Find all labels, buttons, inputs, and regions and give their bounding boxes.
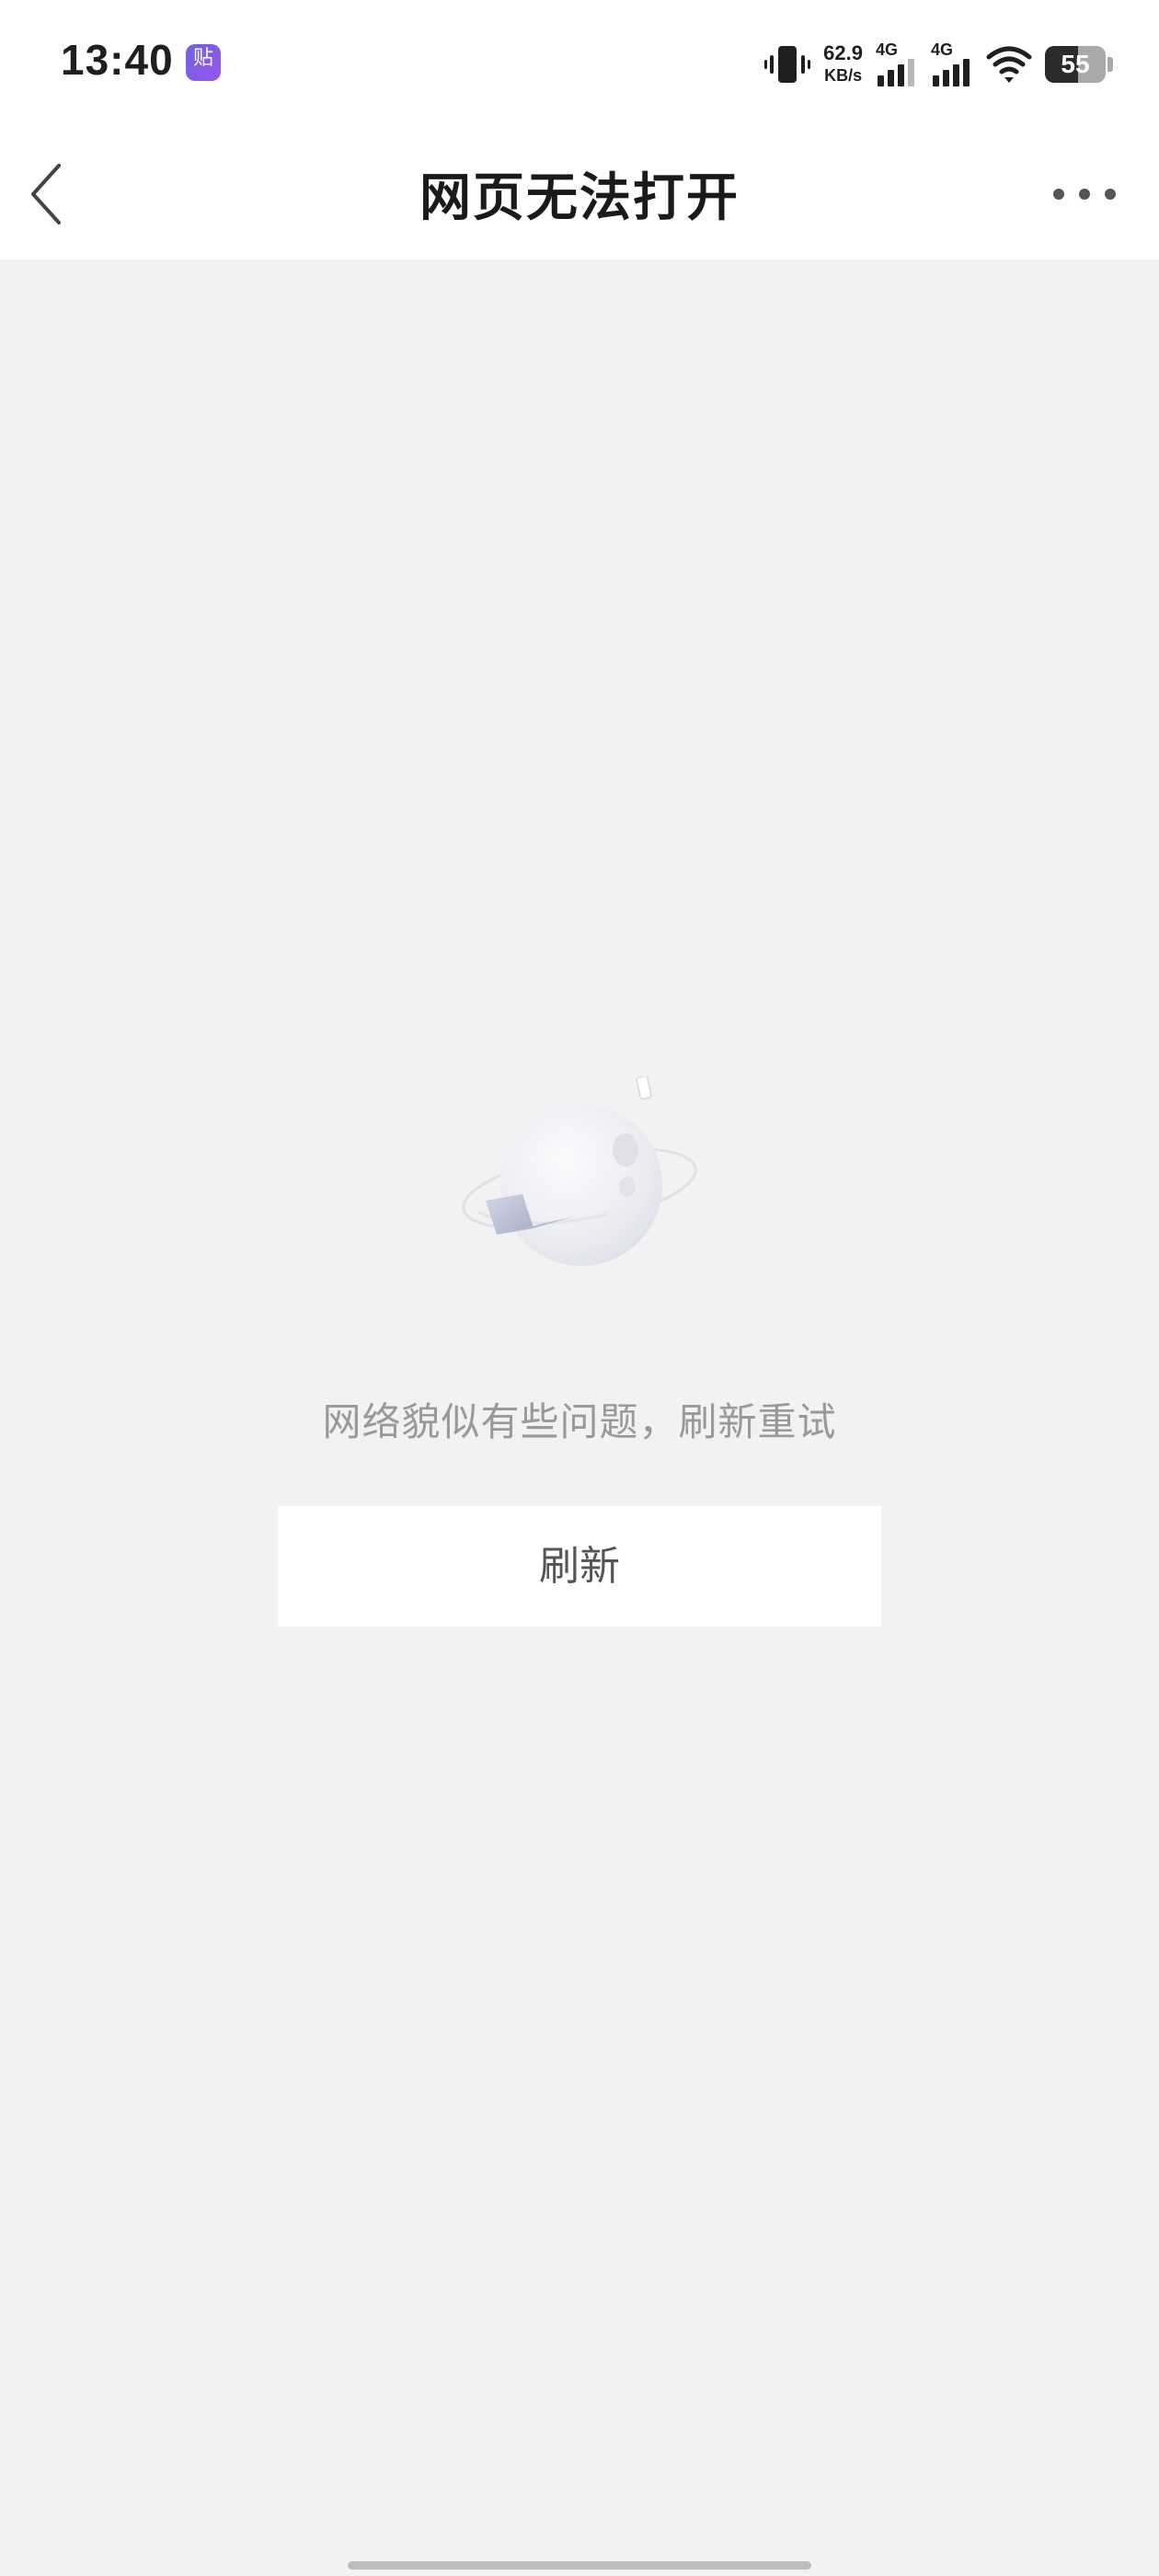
signal-label-sim2: 4G xyxy=(931,40,954,59)
more-horizontal-icon xyxy=(1053,189,1116,200)
battery-tip xyxy=(1107,57,1113,72)
planet-with-laptop-illustration xyxy=(451,1075,708,1279)
page-title: 网页无法打开 xyxy=(419,168,740,228)
vibrate-icon xyxy=(764,46,811,83)
signal-label-sim1: 4G xyxy=(876,40,899,59)
app-notification-icon: 贴 xyxy=(186,44,221,81)
error-message: 网络貌似有些问题，刷新重试 xyxy=(322,1399,837,1444)
network-speed-value: 62.9 xyxy=(823,41,863,64)
wifi-icon xyxy=(986,46,1032,83)
network-speed: 62.9 KB/s xyxy=(823,42,863,86)
status-time: 13:40 xyxy=(61,36,174,84)
more-button[interactable] xyxy=(1043,171,1126,217)
refresh-button[interactable]: 刷新 xyxy=(278,1506,881,1627)
signal-icon-sim2: 4G xyxy=(931,40,973,88)
signal-icon-sim1: 4G xyxy=(876,40,918,88)
status-indicators: 62.9 KB/s 4G 4G 55 xyxy=(764,37,1113,92)
battery-icon: 55 xyxy=(1045,46,1106,83)
page: 13:40 贴 62.9 KB/s 4G 4G 55 网页无法打开 网络貌似有些… xyxy=(0,0,1159,2576)
status-bar: 13:40 贴 62.9 KB/s 4G 4G 55 xyxy=(0,0,1159,129)
home-indicator-bar[interactable] xyxy=(348,2561,811,2570)
battery-level: 55 xyxy=(1061,50,1090,78)
network-speed-unit: KB/s xyxy=(824,66,863,85)
title-bar: 网页无法打开 xyxy=(0,129,1159,259)
